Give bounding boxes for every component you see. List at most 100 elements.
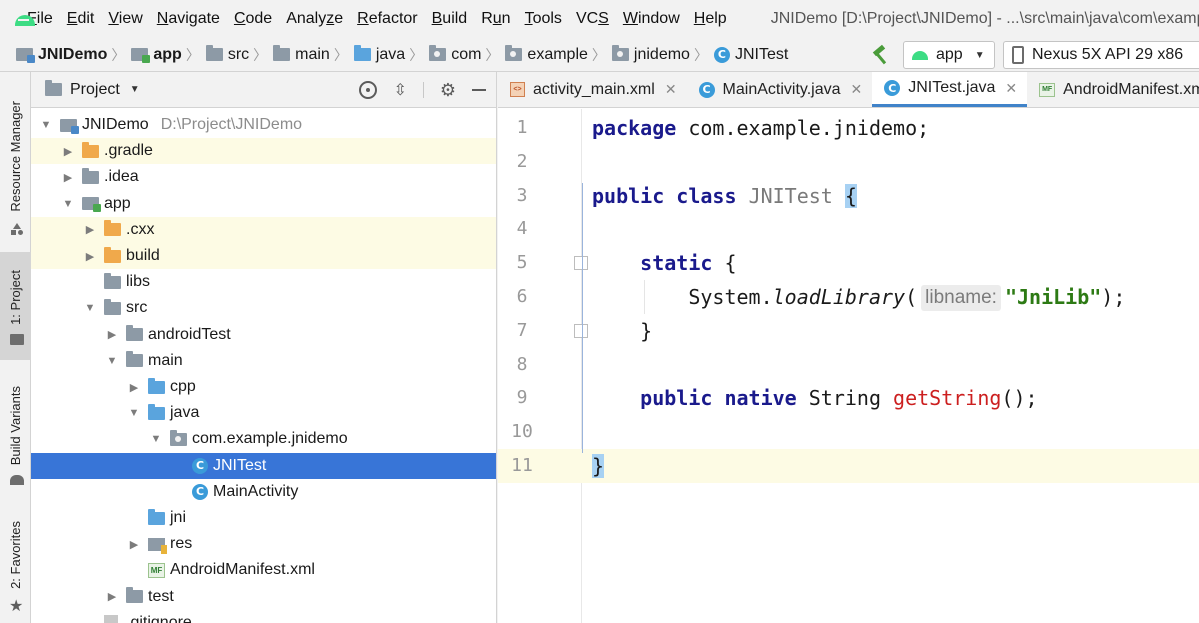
code-line[interactable] xyxy=(582,145,1199,179)
tree-row[interactable]: ▼ com.example.jnidemo xyxy=(31,426,496,452)
tree-row[interactable]: ▼ JNIDemo D:\Project\JNIDemo xyxy=(31,112,496,138)
tree-row[interactable]: ▶ .idea xyxy=(31,164,496,190)
run-config-label: app xyxy=(936,46,963,63)
locate-crosshair-icon[interactable] xyxy=(359,81,378,99)
menu-build[interactable]: Build xyxy=(432,10,468,28)
code-line[interactable] xyxy=(582,348,1199,382)
code-token: loadLibrary xyxy=(772,285,906,309)
breadcrumb-item-src[interactable]: src 〉 xyxy=(205,45,273,65)
expanded-arrow-icon[interactable]: ▼ xyxy=(145,433,167,445)
menu-analyze[interactable]: Analyze xyxy=(286,10,343,28)
breadcrumb-item-jnidemo[interactable]: JNIDemo 〉 xyxy=(16,45,131,65)
tree-row[interactable]: ▼ main xyxy=(31,348,496,374)
menu-window[interactable]: Window xyxy=(623,10,680,28)
tree-row[interactable]: ▶ build xyxy=(31,243,496,269)
editor-tab-mainactivity-java[interactable]: C MainActivity.java ✕ xyxy=(687,72,873,107)
make-project-hammer-icon[interactable] xyxy=(871,46,891,64)
tree-row[interactable]: ▶.gitignore xyxy=(31,610,496,623)
tree-row[interactable]: ▶ test xyxy=(31,584,496,610)
code-line[interactable]: package com.example.jnidemo; xyxy=(582,111,1199,145)
breadcrumb-item-example[interactable]: example 〉 xyxy=(505,45,611,65)
tree-row[interactable]: ▶MFAndroidManifest.xml xyxy=(31,557,496,583)
menu-tools[interactable]: Tools xyxy=(525,10,562,28)
phone-icon xyxy=(1012,46,1024,64)
menu-run[interactable]: Run xyxy=(481,10,510,28)
tree-item-label: app xyxy=(104,194,131,212)
code-line[interactable] xyxy=(582,212,1199,246)
tree-row[interactable]: ▶libs xyxy=(31,269,496,295)
breadcrumb-item-com[interactable]: com 〉 xyxy=(429,45,505,65)
tree-item-label: jni xyxy=(170,509,187,526)
collapsed-arrow-icon[interactable]: ▶ xyxy=(123,381,145,394)
menu-help[interactable]: Help xyxy=(694,10,727,28)
gear-icon[interactable]: ⚙ xyxy=(440,80,456,101)
tree-row[interactable]: ▶ androidTest xyxy=(31,322,496,348)
tree-item-label: MainActivity xyxy=(213,482,299,500)
menu-vcs[interactable]: VCS xyxy=(576,10,609,28)
menu-edit[interactable]: Edit xyxy=(67,10,95,28)
menu-navigate[interactable]: Navigate xyxy=(157,10,220,28)
breadcrumb-item-main[interactable]: main 〉 xyxy=(273,45,354,65)
tree-row[interactable]: ▼ src xyxy=(31,295,496,321)
collapsed-arrow-icon[interactable]: ▶ xyxy=(57,171,79,184)
tree-row[interactable]: ▶ res xyxy=(31,531,496,557)
expanded-arrow-icon[interactable]: ▼ xyxy=(101,355,123,367)
collapsed-arrow-icon[interactable]: ▶ xyxy=(57,145,79,158)
collapsed-arrow-icon[interactable]: ▶ xyxy=(79,250,101,263)
code-token: JNITest xyxy=(748,183,833,208)
collapsed-arrow-icon[interactable]: ▶ xyxy=(123,538,145,551)
editor-tab-androidmanifest-xml[interactable]: MF AndroidManifest.xml xyxy=(1027,72,1199,107)
menu-view[interactable]: View xyxy=(108,10,142,28)
expanded-arrow-icon[interactable]: ▼ xyxy=(79,302,101,314)
tree-row[interactable]: ▶ .gradle xyxy=(31,138,496,165)
editor-tab-activity-main-xml[interactable]: <> activity_main.xml ✕ xyxy=(498,72,687,107)
menu-code[interactable]: Code xyxy=(234,10,272,28)
tree-row[interactable]: ▼ app xyxy=(31,191,496,217)
hide-panel-icon[interactable] xyxy=(472,89,486,91)
run-config-select[interactable]: app ▼ xyxy=(903,41,995,69)
code-area[interactable]: package com.example.jnidemo; public class… xyxy=(582,109,1199,623)
code-line[interactable]: } xyxy=(582,449,1199,483)
collapsed-arrow-icon[interactable]: ▶ xyxy=(79,223,101,236)
close-icon[interactable]: ✕ xyxy=(1005,80,1017,97)
tree-row[interactable]: ▼ java xyxy=(31,400,496,426)
breadcrumb-item-app[interactable]: app 〉 xyxy=(131,45,205,65)
collapsed-arrow-icon[interactable]: ▶ xyxy=(101,590,123,603)
tree-row[interactable]: ▶CJNITest xyxy=(31,452,496,479)
close-icon[interactable]: ✕ xyxy=(665,81,677,98)
tree-row[interactable]: ▶ cpp xyxy=(31,374,496,400)
code-line[interactable]: public class JNITest { xyxy=(582,179,1199,213)
menu-refactor[interactable]: Refactor xyxy=(357,10,417,28)
class-icon: C xyxy=(192,457,208,474)
expanded-arrow-icon[interactable]: ▼ xyxy=(35,119,57,131)
device-select[interactable]: Nexus 5X API 29 x86 xyxy=(1003,41,1199,69)
expanded-arrow-icon[interactable]: ▼ xyxy=(123,407,145,419)
breadcrumb-item-jnitest[interactable]: C JNITest xyxy=(713,46,788,64)
tree-row[interactable]: ▶ .cxx xyxy=(31,216,496,243)
code-line[interactable]: } xyxy=(582,314,1199,348)
code-line[interactable]: System.loadLibrary(libname: "JniLib"); xyxy=(582,280,1199,314)
close-icon[interactable]: ✕ xyxy=(851,81,863,98)
chevron-down-icon[interactable]: ▼ xyxy=(130,84,140,95)
code-line[interactable]: static { xyxy=(582,246,1199,280)
tree-row[interactable]: ▶jni xyxy=(31,505,496,531)
expanded-arrow-icon[interactable]: ▼ xyxy=(57,198,79,210)
chevron-right-icon: 〉 xyxy=(693,46,708,63)
project-view-title[interactable]: Project xyxy=(70,81,120,99)
code-line[interactable]: public native String getString(); xyxy=(582,381,1199,415)
editor-tab-jnitest-java[interactable]: C JNITest.java ✕ xyxy=(872,72,1028,107)
tree-row[interactable]: ▶CMainActivity xyxy=(31,479,496,505)
collapsed-arrow-icon[interactable]: ▶ xyxy=(101,328,123,341)
code-line[interactable] xyxy=(582,415,1199,449)
project-panel: Project ▼ ⇳ ⚙ ▼ JNIDemo D:\Project\JNIDemo… xyxy=(31,72,497,623)
breadcrumb-item-jnidemo[interactable]: jnidemo 〉 xyxy=(611,45,714,65)
code-token: public xyxy=(640,386,713,411)
tool-tab-build-variants[interactable]: Build Variants xyxy=(0,377,31,489)
source-folder-icon xyxy=(148,403,165,420)
tool-tab-resource-manager[interactable]: Resource Manager xyxy=(0,92,31,220)
breadcrumb-item-java[interactable]: java 〉 xyxy=(353,45,429,65)
tree-item-label: src xyxy=(126,299,148,317)
collapse-all-icon[interactable]: ⇳ xyxy=(393,80,406,100)
package-icon xyxy=(611,45,629,61)
